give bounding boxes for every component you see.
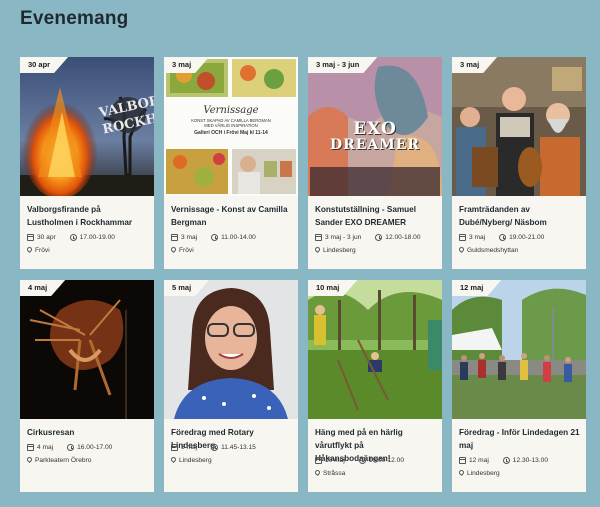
event-title[interactable]: Vernissage - Konst av Camilla Bergman bbox=[171, 203, 292, 229]
location-pin-icon bbox=[27, 247, 32, 254]
location-pin-icon bbox=[171, 457, 176, 464]
event-date: 12 maj bbox=[469, 457, 489, 464]
event-date-time: 10 maj 10.00-12.00 bbox=[315, 457, 438, 464]
event-time: 12.30-13.00 bbox=[512, 457, 548, 464]
event-location-row: Frövi bbox=[171, 247, 294, 254]
image-caption: Vernissage KONST SKAPAD AV CAMILLA BERGM… bbox=[164, 105, 298, 136]
event-time: 12.00-18.00 bbox=[385, 234, 421, 241]
event-image[interactable]: VALBORG ROCKHAMM bbox=[20, 57, 154, 196]
calendar-icon bbox=[315, 234, 322, 241]
clock-icon bbox=[69, 234, 77, 241]
event-title[interactable]: Föredrag - Inför Lindedagen 21 maj bbox=[459, 426, 580, 452]
event-location: Stråssa bbox=[323, 470, 346, 477]
event-image[interactable] bbox=[164, 280, 298, 419]
location-pin-icon bbox=[171, 247, 176, 254]
event-date: 3 maj bbox=[469, 234, 486, 241]
event-image[interactable] bbox=[308, 280, 442, 419]
event-image[interactable] bbox=[452, 280, 586, 419]
event-grid: VALBORG ROCKHAMM 30 apr Valborgsfirande … bbox=[20, 57, 586, 492]
clock-icon bbox=[502, 457, 510, 464]
event-date-time: 3 maj 19.00-21.00 bbox=[459, 234, 582, 241]
event-time: 17.00-19.00 bbox=[79, 234, 115, 241]
event-location-row: Frövi bbox=[27, 247, 150, 254]
event-image[interactable]: Vernissage KONST SKAPAD AV CAMILLA BERGM… bbox=[164, 57, 298, 196]
event-date: 3 maj bbox=[181, 234, 198, 241]
event-location: Lindesberg bbox=[179, 457, 212, 464]
event-date-time: 5 maj 11.45-13.15 bbox=[171, 444, 294, 451]
location-pin-icon bbox=[27, 457, 32, 464]
clock-icon bbox=[375, 234, 383, 241]
image-caption-line: Vernissage bbox=[203, 105, 259, 116]
event-location-row: Lindesberg bbox=[315, 247, 438, 254]
clock-icon bbox=[499, 234, 507, 241]
event-title[interactable]: Valborgsfirande på Lustholmen i Rockhamm… bbox=[27, 203, 148, 229]
event-time: 11.45-13.15 bbox=[221, 444, 256, 451]
event-location: Lindesberg bbox=[323, 247, 356, 254]
event-title[interactable]: Konstutställning - Samuel Sander EXO DRE… bbox=[315, 203, 436, 229]
event-date: 3 maj - 3 jun bbox=[325, 234, 362, 241]
event-time: 19.00-21.00 bbox=[509, 234, 545, 241]
event-image[interactable]: EXO DREAMER bbox=[308, 57, 442, 196]
event-title[interactable]: Framträdanden av Dubé/Nyberg/ Näsbom bbox=[459, 203, 580, 229]
event-card[interactable]: 10 maj Häng med på en härlig vårutflykt … bbox=[308, 280, 442, 492]
location-pin-icon bbox=[315, 470, 320, 477]
clock-icon bbox=[67, 444, 75, 451]
clock-icon bbox=[211, 234, 219, 241]
location-pin-icon bbox=[315, 247, 320, 254]
event-location-row: Lindesberg bbox=[459, 470, 582, 477]
event-location: Frövi bbox=[35, 247, 50, 254]
event-date-time: 4 maj 16.00-17.00 bbox=[27, 444, 150, 451]
image-caption: EXO DREAMER bbox=[308, 119, 442, 154]
event-title[interactable]: Cirkusresan bbox=[27, 426, 148, 439]
clock-icon bbox=[358, 457, 366, 464]
clock-icon bbox=[211, 444, 219, 451]
image-caption-line: EXO bbox=[353, 119, 397, 139]
event-location: Lindesberg bbox=[467, 470, 500, 477]
event-card[interactable]: 5 maj Föredrag med Rotary Lindesberg 5 m… bbox=[164, 280, 298, 492]
event-card[interactable]: VALBORG ROCKHAMM 30 apr Valborgsfirande … bbox=[20, 57, 154, 269]
event-card[interactable]: Vernissage KONST SKAPAD AV CAMILLA BERGM… bbox=[164, 57, 298, 269]
image-caption-line: DREAMER bbox=[329, 137, 421, 153]
image-caption-line: MED VÅRLIG INSPIRATION bbox=[204, 123, 258, 128]
event-location: Frövi bbox=[179, 247, 194, 254]
event-card[interactable]: 3 maj Framträdanden av Dubé/Nyberg/ Näsb… bbox=[452, 57, 586, 269]
image-caption-line: Galleri OCH i Frövi Maj kl 11-14 bbox=[194, 130, 268, 136]
event-date-time: 12 maj 12.30-13.00 bbox=[459, 457, 582, 464]
event-time: 10.00-12.00 bbox=[368, 457, 404, 464]
event-time: 16.00-17.00 bbox=[77, 444, 113, 451]
event-date: 4 maj bbox=[37, 444, 54, 451]
event-location-row: Lindesberg bbox=[171, 457, 294, 464]
calendar-icon bbox=[459, 457, 466, 464]
event-date-time: 3 maj 11.00-14.00 bbox=[171, 234, 294, 241]
event-location: Parkteatern Örebro bbox=[35, 457, 92, 464]
event-image[interactable] bbox=[20, 280, 154, 419]
calendar-icon bbox=[27, 234, 34, 241]
calendar-icon bbox=[171, 444, 178, 451]
calendar-icon bbox=[171, 234, 178, 241]
calendar-icon bbox=[459, 234, 466, 241]
event-location: Guldsmedshyttan bbox=[467, 247, 519, 254]
event-date-time: 30 apr 17.00-19.00 bbox=[27, 234, 150, 241]
calendar-icon bbox=[315, 457, 322, 464]
event-date: 5 maj bbox=[181, 444, 198, 451]
calendar-icon bbox=[27, 444, 34, 451]
event-card[interactable]: EXO DREAMER 3 maj - 3 jun Konstutställni… bbox=[308, 57, 442, 269]
event-card[interactable]: 12 maj Föredrag - Inför Lindedagen 21 ma… bbox=[452, 280, 586, 492]
event-date: 30 apr bbox=[37, 234, 56, 241]
location-pin-icon bbox=[459, 247, 464, 254]
location-pin-icon bbox=[459, 470, 464, 477]
event-location-row: Stråssa bbox=[315, 470, 438, 477]
event-date-time: 3 maj - 3 jun 12.00-18.00 bbox=[315, 234, 438, 241]
event-time: 11.00-14.00 bbox=[221, 234, 256, 241]
event-date: 10 maj bbox=[325, 457, 345, 464]
page-title: Evenemang bbox=[20, 8, 129, 29]
event-image[interactable] bbox=[452, 57, 586, 196]
event-card[interactable]: 4 maj Cirkusresan 4 maj 16.00-17.00 Park… bbox=[20, 280, 154, 492]
event-location-row: Parkteatern Örebro bbox=[27, 457, 150, 464]
event-location-row: Guldsmedshyttan bbox=[459, 247, 582, 254]
